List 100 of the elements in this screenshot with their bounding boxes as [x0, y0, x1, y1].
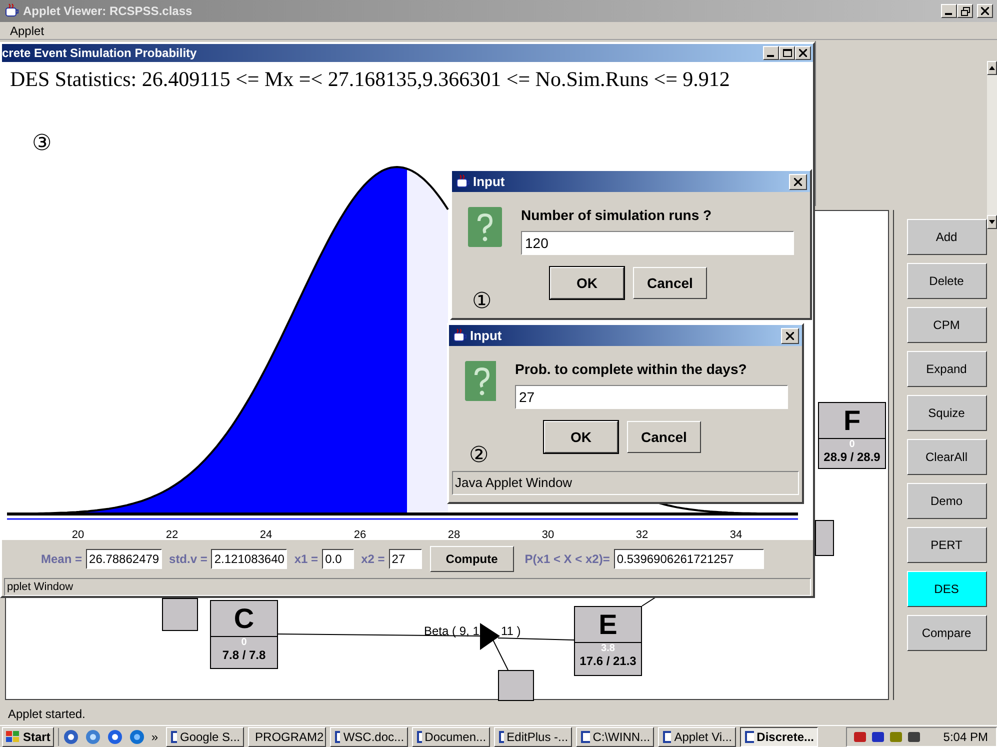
- dialog-title: Input: [473, 172, 505, 191]
- scroll-up-button[interactable]: [987, 61, 997, 75]
- toolbar-button[interactable]: CPM: [906, 307, 986, 343]
- ok-button[interactable]: OK: [550, 267, 624, 299]
- prompt-text: Prob. to complete within the days?: [515, 360, 748, 379]
- minimize-button[interactable]: [763, 46, 779, 60]
- toolbar-button[interactable]: Demo: [906, 483, 986, 519]
- taskbar-button[interactable]: Google S...: [166, 726, 244, 746]
- cup-icon: [452, 328, 468, 344]
- app-icon: [63, 728, 80, 744]
- axis-tick-label: 24: [260, 529, 272, 540]
- activity-node[interactable]: E 3.8 17.6 / 21.3: [574, 606, 642, 676]
- close-button[interactable]: [789, 174, 807, 190]
- prompt-text: Number of simulation runs ?: [521, 206, 713, 225]
- cup-icon: [455, 174, 471, 190]
- scrollbar[interactable]: [987, 61, 997, 229]
- node-box: [815, 520, 834, 556]
- input-field[interactable]: 2.121083640: [211, 549, 288, 569]
- cup-icon: [4, 3, 20, 19]
- menu-item[interactable]: Applet: [10, 22, 44, 40]
- input-field[interactable]: 27: [515, 385, 788, 409]
- activity-node[interactable]: F 0 28.9 / 28.9: [818, 402, 886, 469]
- cancel-button[interactable]: Cancel: [627, 421, 701, 453]
- close-button[interactable]: [781, 328, 799, 344]
- axis-tick-label: 28: [448, 529, 460, 540]
- tray-icon: [871, 730, 886, 744]
- node-value: 0: [849, 439, 855, 451]
- down-arrow-icon: [989, 220, 995, 224]
- field-label: Mean =: [41, 551, 82, 568]
- toolbar-button[interactable]: Compare: [906, 615, 986, 651]
- toolbar-button[interactable]: Delete: [906, 263, 986, 299]
- restore-icon: [960, 6, 970, 16]
- app-icon: [744, 730, 754, 744]
- taskbar-button[interactable]: Discrete...: [740, 726, 818, 746]
- axis-tick-label: 30: [542, 529, 554, 540]
- node-box: [498, 670, 534, 701]
- app-icon: [498, 730, 504, 744]
- taskbar-button[interactable]: C:\WINN...: [576, 726, 654, 746]
- clock-text: 5:04 PM: [943, 728, 988, 746]
- input-field[interactable]: 26.78862479: [86, 549, 162, 569]
- input-field[interactable]: 0.0: [322, 549, 354, 569]
- step-number: ②: [469, 444, 489, 466]
- app-icon: [129, 728, 146, 744]
- activity-node[interactable]: C 0 7.8 / 7.8: [210, 600, 278, 669]
- input-field[interactable]: 120: [521, 231, 794, 255]
- taskbar-button[interactable]: WSC.doc...: [330, 726, 408, 746]
- status-bar: pplet Window: [4, 578, 811, 596]
- status-bar: Java Applet Window: [452, 471, 799, 495]
- close-icon: [794, 178, 802, 186]
- ok-button[interactable]: OK: [544, 421, 618, 453]
- minimize-button[interactable]: [941, 4, 957, 18]
- cancel-button[interactable]: Cancel: [633, 267, 707, 299]
- field-label: P(x1 < X < x2)=: [524, 551, 610, 568]
- app-icon: [107, 728, 124, 744]
- axis-tick-label: 32: [636, 529, 648, 540]
- dialog-title: Input: [470, 326, 502, 345]
- restore-button[interactable]: [957, 4, 973, 18]
- close-icon: [799, 49, 807, 57]
- start-button[interactable]: Start: [2, 726, 54, 746]
- taskbar-button[interactable]: Documen...: [412, 726, 490, 746]
- more-button[interactable]: »: [151, 728, 158, 746]
- node-box: [162, 598, 198, 631]
- maximize-button[interactable]: [779, 46, 795, 60]
- toolbar-button[interactable]: Add: [906, 219, 986, 255]
- axis-tick-label: 20: [72, 529, 84, 540]
- scroll-down-button[interactable]: [987, 215, 997, 229]
- question-icon: [468, 207, 502, 247]
- toolbar-button[interactable]: ClearAll: [906, 439, 986, 475]
- node-times: 7.8 / 7.8: [222, 649, 266, 662]
- compute-button[interactable]: Compute: [430, 546, 514, 572]
- close-button[interactable]: [795, 46, 811, 60]
- status-text: Applet started.: [8, 706, 86, 723]
- input-field[interactable]: 0.5396906261721257: [614, 549, 764, 569]
- node-times: 17.6 / 21.3: [580, 655, 636, 668]
- app-icon: [334, 730, 340, 744]
- input-field[interactable]: 27: [388, 549, 422, 569]
- node-letter: F: [843, 406, 861, 434]
- app-icon: [170, 730, 177, 744]
- toolbar-button[interactable]: PERT: [906, 527, 986, 563]
- axis-tick-label: 22: [166, 529, 178, 540]
- tray-icon: [907, 730, 922, 744]
- up-arrow-icon: [989, 66, 995, 70]
- field-label: x2 =: [361, 551, 385, 568]
- toolbar-button[interactable]: DES: [906, 571, 986, 607]
- step-number: ③: [32, 132, 52, 154]
- window-title: crete Event Simulation Probability: [2, 45, 197, 62]
- app-icon: [85, 728, 102, 744]
- toolbar-button[interactable]: Expand: [906, 351, 986, 387]
- axis-tick-label: 34: [730, 529, 742, 540]
- step-number: ①: [472, 290, 492, 312]
- taskbar-button[interactable]: EditPlus -...: [494, 726, 572, 746]
- close-icon: [981, 7, 989, 15]
- field-label: x1 =: [294, 551, 318, 568]
- edge-label: 11 ): [501, 624, 521, 638]
- edge-label: Beta ( 9, 1: [424, 624, 480, 638]
- node-value: 0: [241, 637, 247, 649]
- taskbar-button[interactable]: PROGRAM2: [248, 726, 326, 746]
- taskbar-button[interactable]: Applet Vi...: [658, 726, 736, 746]
- close-button[interactable]: [977, 4, 993, 18]
- toolbar-button[interactable]: Squize: [906, 395, 986, 431]
